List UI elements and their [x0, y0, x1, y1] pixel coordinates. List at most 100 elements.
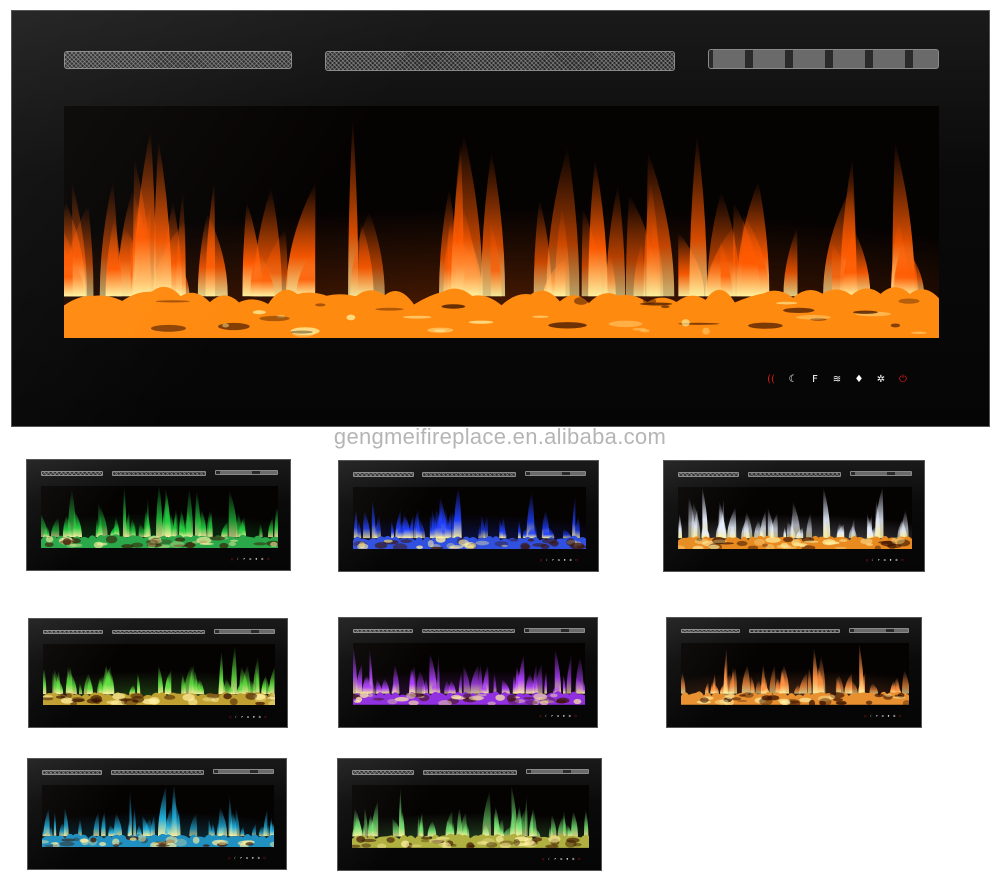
ember-log [574, 297, 589, 305]
ember-log [129, 836, 137, 841]
fahrenheit-icon[interactable]: F [804, 375, 826, 385]
ember-log [355, 697, 362, 703]
ember-log [149, 698, 160, 705]
flame [451, 134, 483, 297]
ember-log [105, 534, 118, 543]
ember-log [450, 694, 462, 700]
ember-log [222, 323, 230, 328]
ember-log [761, 543, 768, 547]
vent [212, 769, 275, 775]
top-vent-right [708, 49, 939, 69]
top-vent-center [325, 51, 675, 71]
ember-log [523, 697, 534, 700]
power-icon[interactable]: ⏻ [899, 559, 905, 562]
ember-log [196, 536, 212, 544]
heat-icon[interactable]: ≋ [826, 375, 848, 385]
ember-log [796, 315, 831, 320]
ember-log [783, 307, 815, 313]
light-icon[interactable]: ✲ [870, 375, 892, 385]
ember-log [71, 537, 81, 543]
vent [112, 629, 206, 635]
ember-log [573, 842, 582, 847]
ember-log [556, 697, 570, 704]
power-icon[interactable]: ⏻ [892, 375, 914, 385]
power-icon[interactable]: ⏻ [897, 715, 903, 718]
ember-log [137, 833, 146, 842]
ember-log [448, 546, 461, 549]
ember-log [428, 838, 443, 843]
flame [156, 485, 163, 537]
ember-log [259, 315, 290, 322]
firebox [41, 784, 275, 847]
control-panel: ((☾ F ≋ ♦ ✲ ⏻ [229, 558, 271, 561]
vent [523, 628, 586, 633]
ember-log [252, 310, 266, 315]
ember-log [386, 699, 398, 705]
ember-log [853, 310, 878, 314]
power-icon[interactable]: ⏻ [573, 715, 579, 718]
ember-log [202, 697, 215, 702]
ember-log [548, 834, 561, 843]
timer-icon[interactable]: ☾ [782, 375, 804, 385]
ember-log [366, 693, 374, 698]
ember-log [346, 314, 356, 321]
ember-log [408, 844, 423, 847]
ember-log [163, 694, 176, 700]
ember-log [202, 843, 210, 847]
vent [850, 471, 913, 477]
ember-log [315, 303, 326, 307]
power-icon[interactable]: ⏻ [262, 857, 268, 860]
vent [352, 628, 414, 634]
ember-log [890, 323, 901, 328]
main-flames [64, 117, 939, 338]
ember-log [531, 837, 543, 842]
ember-log [573, 699, 582, 705]
ember-log [681, 319, 690, 327]
ember-log [549, 693, 558, 698]
ember-log [642, 298, 657, 304]
ember-log [254, 695, 267, 703]
ember-log [59, 841, 75, 846]
ember-log [429, 546, 444, 549]
ember-log [533, 693, 547, 701]
ember-log [835, 702, 847, 705]
firebox [352, 784, 589, 848]
top-vent-left [64, 51, 292, 69]
remote-icon[interactable]: (( [760, 375, 782, 385]
ember-log [891, 536, 905, 544]
vent [524, 471, 587, 477]
power-icon[interactable]: ⏻ [263, 715, 269, 719]
ember-log [223, 693, 232, 700]
vent [352, 471, 414, 477]
ember-log [229, 698, 238, 706]
vent [213, 629, 276, 634]
ember-log [474, 694, 487, 697]
control-panel: ((☾ F ≋ ♦ ✲ ⏻ [863, 715, 903, 718]
control-panel: ((☾ F ≋ ♦ ✲ ⏻ [227, 857, 268, 860]
power-icon[interactable]: ⏻ [576, 858, 582, 861]
ember-log [495, 694, 505, 702]
vent [422, 628, 516, 634]
ember-log [874, 693, 884, 698]
ember-log [106, 700, 119, 705]
power-icon[interactable]: ⏻ [265, 558, 271, 561]
power-icon[interactable]: ⏻ [574, 559, 580, 562]
fireplace-variant-green: ((☾ F ≋ ♦ ✲ ⏻ [26, 459, 291, 571]
ember-log [832, 698, 843, 702]
flames [352, 486, 587, 549]
ember-log [475, 540, 489, 545]
ember-log [209, 535, 226, 540]
flame [689, 134, 708, 297]
ember-log [782, 536, 793, 542]
ember-log [270, 541, 278, 547]
ember-log [803, 540, 819, 543]
flame-icon[interactable]: ♦ [848, 375, 870, 385]
ember-log [527, 537, 535, 542]
fireplace-variant-amber-orange: ((☾ F ≋ ♦ ✲ ⏻ [666, 617, 922, 728]
ember-log [765, 536, 781, 543]
ember-log [468, 695, 484, 701]
control-panel: ((☾ F ≋ ♦ ✲ ⏻ [538, 715, 579, 718]
vent [111, 470, 207, 476]
vent [848, 628, 910, 633]
ember-log [694, 538, 709, 544]
